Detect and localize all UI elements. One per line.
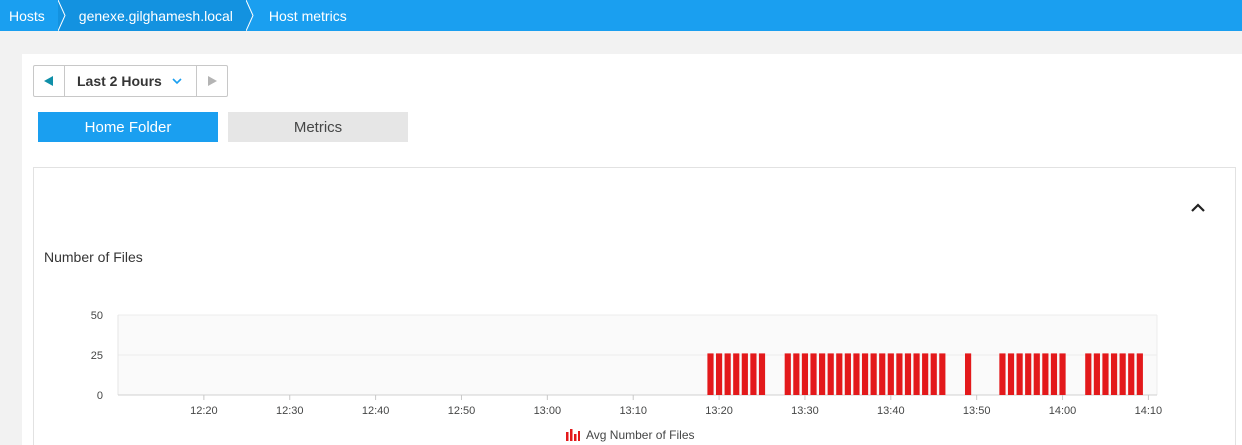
bar bbox=[887, 353, 894, 395]
bar bbox=[1136, 353, 1143, 395]
triangle-left-icon bbox=[44, 76, 53, 86]
tab-metrics[interactable]: Metrics bbox=[228, 112, 408, 142]
bar bbox=[1102, 353, 1109, 395]
bar bbox=[1007, 353, 1015, 395]
legend-label: Avg Number of Files bbox=[586, 428, 695, 442]
bar bbox=[1016, 353, 1023, 395]
breadcrumb-label: genexe.gilghamesh.local bbox=[78, 7, 233, 24]
breadcrumb-separator-icon bbox=[245, 0, 254, 31]
breadcrumb-label: Host metrics bbox=[268, 7, 347, 24]
bar bbox=[741, 353, 748, 395]
x-tick-label: 12:30 bbox=[276, 405, 304, 417]
bar bbox=[904, 353, 912, 395]
x-tick-label: 13:20 bbox=[705, 405, 733, 417]
bar bbox=[861, 353, 869, 395]
bar bbox=[965, 353, 972, 395]
bar bbox=[1059, 353, 1066, 395]
x-tick-label: 13:30 bbox=[791, 405, 819, 417]
bar-chart: 0 25 50 12:20 12:30 12:40 12:50 13:00 13:10 13:20… bbox=[91, 310, 1163, 417]
triangle-right-icon bbox=[208, 76, 217, 86]
bar bbox=[819, 353, 826, 395]
chevron-down-icon bbox=[172, 77, 182, 85]
bar bbox=[1119, 353, 1126, 395]
bar bbox=[922, 353, 929, 395]
x-tick-label: 13:40 bbox=[877, 405, 905, 417]
bar bbox=[1050, 353, 1058, 395]
bar bbox=[715, 353, 723, 395]
bar bbox=[758, 353, 766, 395]
x-tick-label: 13:50 bbox=[963, 405, 991, 417]
bar bbox=[1042, 353, 1049, 395]
timeframe-prev-button[interactable] bbox=[34, 66, 65, 96]
timeframe-dropdown[interactable]: Last 2 Hours bbox=[65, 66, 196, 96]
breadcrumb: Hosts genexe.gilghamesh.local Host metri… bbox=[0, 0, 1242, 31]
bar bbox=[896, 353, 903, 395]
bar bbox=[733, 353, 740, 395]
x-tick-label: 12:50 bbox=[448, 405, 476, 417]
breadcrumb-label: Hosts bbox=[9, 7, 45, 24]
x-tick-label: 14:10 bbox=[1135, 405, 1163, 417]
bar bbox=[801, 353, 809, 395]
tab-home-folder[interactable]: Home Folder bbox=[38, 112, 218, 142]
bar bbox=[879, 353, 886, 395]
breadcrumb-separator-icon bbox=[57, 0, 66, 31]
x-tick-label: 12:40 bbox=[362, 405, 390, 417]
bar bbox=[1093, 353, 1100, 395]
timeframe-label: Last 2 Hours bbox=[77, 73, 162, 89]
bar bbox=[750, 353, 757, 395]
breadcrumb-host[interactable]: genexe.gilghamesh.local bbox=[58, 0, 254, 31]
bar bbox=[1128, 353, 1135, 395]
bar bbox=[827, 353, 834, 395]
bar bbox=[939, 353, 946, 395]
bar bbox=[1085, 353, 1092, 395]
bar bbox=[836, 353, 843, 395]
timeframe-selector: Last 2 Hours bbox=[33, 65, 228, 97]
bar bbox=[1033, 353, 1040, 395]
bar bbox=[1025, 353, 1032, 395]
chart-legend[interactable]: Avg Number of Files bbox=[565, 428, 695, 442]
x-tick-label: 13:00 bbox=[534, 405, 562, 417]
bar bbox=[724, 353, 731, 395]
bar-chart-icon bbox=[565, 429, 580, 441]
chart-card: Number of Files 0 25 50 12:20 12:30 12:40 12:5… bbox=[33, 167, 1236, 445]
bar bbox=[793, 353, 800, 395]
bar bbox=[870, 353, 877, 395]
breadcrumb-host-metrics[interactable]: Host metrics bbox=[247, 0, 361, 31]
y-tick-label: 50 bbox=[91, 310, 103, 322]
y-tick-label: 0 bbox=[97, 390, 103, 402]
bar bbox=[707, 353, 714, 395]
bar bbox=[810, 353, 817, 395]
bar bbox=[844, 353, 851, 395]
x-tick-label: 13:10 bbox=[619, 405, 647, 417]
bar bbox=[853, 353, 860, 395]
x-tick-label: 14:00 bbox=[1049, 405, 1077, 417]
main-panel: Last 2 Hours Home Folder Metrics Number … bbox=[22, 54, 1242, 445]
timeframe-next-button[interactable] bbox=[196, 66, 227, 96]
bar bbox=[930, 353, 937, 395]
y-tick-label: 25 bbox=[91, 350, 103, 362]
x-tick-label: 12:20 bbox=[190, 405, 218, 417]
breadcrumb-hosts[interactable]: Hosts bbox=[0, 0, 66, 31]
bar bbox=[1110, 353, 1118, 395]
bar bbox=[913, 353, 920, 395]
bar bbox=[784, 353, 791, 395]
bar bbox=[999, 353, 1006, 395]
